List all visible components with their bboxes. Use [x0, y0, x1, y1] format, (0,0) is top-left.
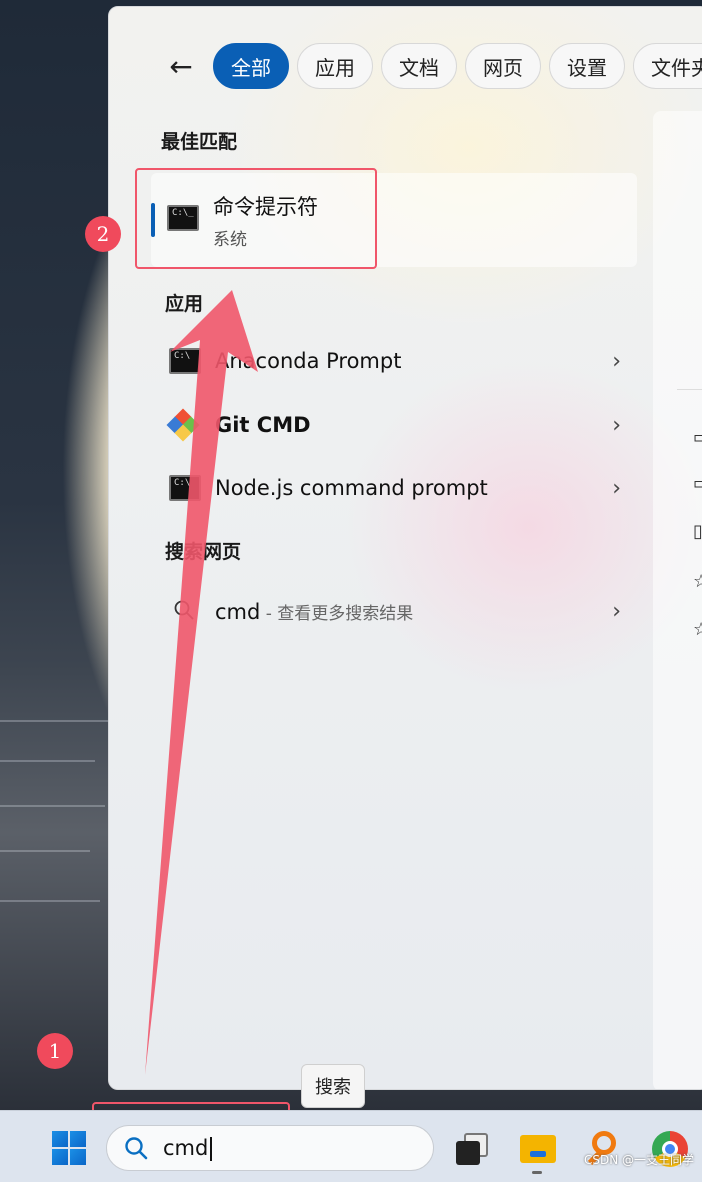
- taskbar: cmd CSDN @一支王同学: [0, 1110, 702, 1182]
- pin-taskbar-icon[interactable]: ☆: [693, 619, 702, 640]
- file-explorer-icon[interactable]: [518, 1129, 558, 1174]
- open-icon[interactable]: ▭: [693, 427, 702, 448]
- step-badge-2: 2: [85, 216, 121, 252]
- anaconda-prompt-icon: C:\: [169, 348, 201, 374]
- tab-folders[interactable]: 文件夹: [633, 43, 702, 89]
- web-result-query: cmd: [215, 599, 261, 624]
- app-item-anaconda[interactable]: C:\ Anaconda Prompt ›: [151, 335, 621, 387]
- git-cmd-icon: [166, 408, 200, 442]
- search-icon: [174, 600, 194, 620]
- app-item-git-cmd[interactable]: Git CMD ›: [151, 399, 621, 451]
- nodejs-prompt-icon: C:\: [169, 475, 201, 501]
- web-search-heading: 搜索网页: [165, 541, 242, 563]
- app-item-nodejs[interactable]: C:\ Node.js command prompt ›: [151, 462, 621, 514]
- tab-web[interactable]: 网页: [465, 43, 541, 89]
- best-match-heading: 最佳匹配: [161, 131, 238, 153]
- step-badge-1: 1: [37, 1033, 73, 1069]
- tab-settings[interactable]: 设置: [549, 43, 625, 89]
- apps-heading: 应用: [165, 293, 204, 315]
- app-item-label: Anaconda Prompt: [215, 349, 402, 373]
- run-as-admin-icon[interactable]: ▭: [693, 473, 702, 494]
- pin-start-icon[interactable]: ☆: [693, 571, 702, 592]
- preview-pane: ▭ ▭ ▯ ☆ ☆: [653, 111, 702, 1089]
- search-input[interactable]: cmd: [163, 1136, 213, 1161]
- divider: [677, 389, 702, 390]
- app-item-label: Git CMD: [215, 413, 311, 437]
- search-icon: [125, 1137, 148, 1160]
- taskbar-search-box[interactable]: cmd: [106, 1125, 434, 1171]
- open-location-icon[interactable]: ▯: [693, 521, 702, 542]
- text-caret: [210, 1137, 213, 1161]
- tab-apps[interactable]: 应用: [297, 43, 373, 89]
- web-result-label: cmd - 查看更多搜索结果: [215, 599, 413, 624]
- web-result-item[interactable]: cmd - 查看更多搜索结果 ›: [151, 585, 621, 637]
- chevron-right-icon[interactable]: ›: [612, 349, 621, 374]
- search-tooltip: 搜索: [301, 1064, 365, 1108]
- filter-tabs: 全部 应用 文档 网页 设置 文件夹: [213, 43, 702, 89]
- tab-documents[interactable]: 文档: [381, 43, 457, 89]
- back-arrow-icon[interactable]: ←: [165, 51, 197, 83]
- watermark: CSDN @一支王同学: [583, 1153, 694, 1167]
- task-view-icon[interactable]: [454, 1129, 494, 1169]
- tab-all[interactable]: 全部: [213, 43, 289, 89]
- highlight-box-best-match: [135, 168, 377, 269]
- windows-start-icon[interactable]: [52, 1131, 86, 1165]
- chevron-right-icon[interactable]: ›: [612, 599, 621, 624]
- chevron-right-icon[interactable]: ›: [612, 476, 621, 501]
- chevron-right-icon[interactable]: ›: [612, 413, 621, 438]
- search-input-value: cmd: [163, 1136, 209, 1160]
- web-result-subtext: - 查看更多搜索结果: [260, 603, 414, 624]
- app-item-label: Node.js command prompt: [215, 476, 488, 500]
